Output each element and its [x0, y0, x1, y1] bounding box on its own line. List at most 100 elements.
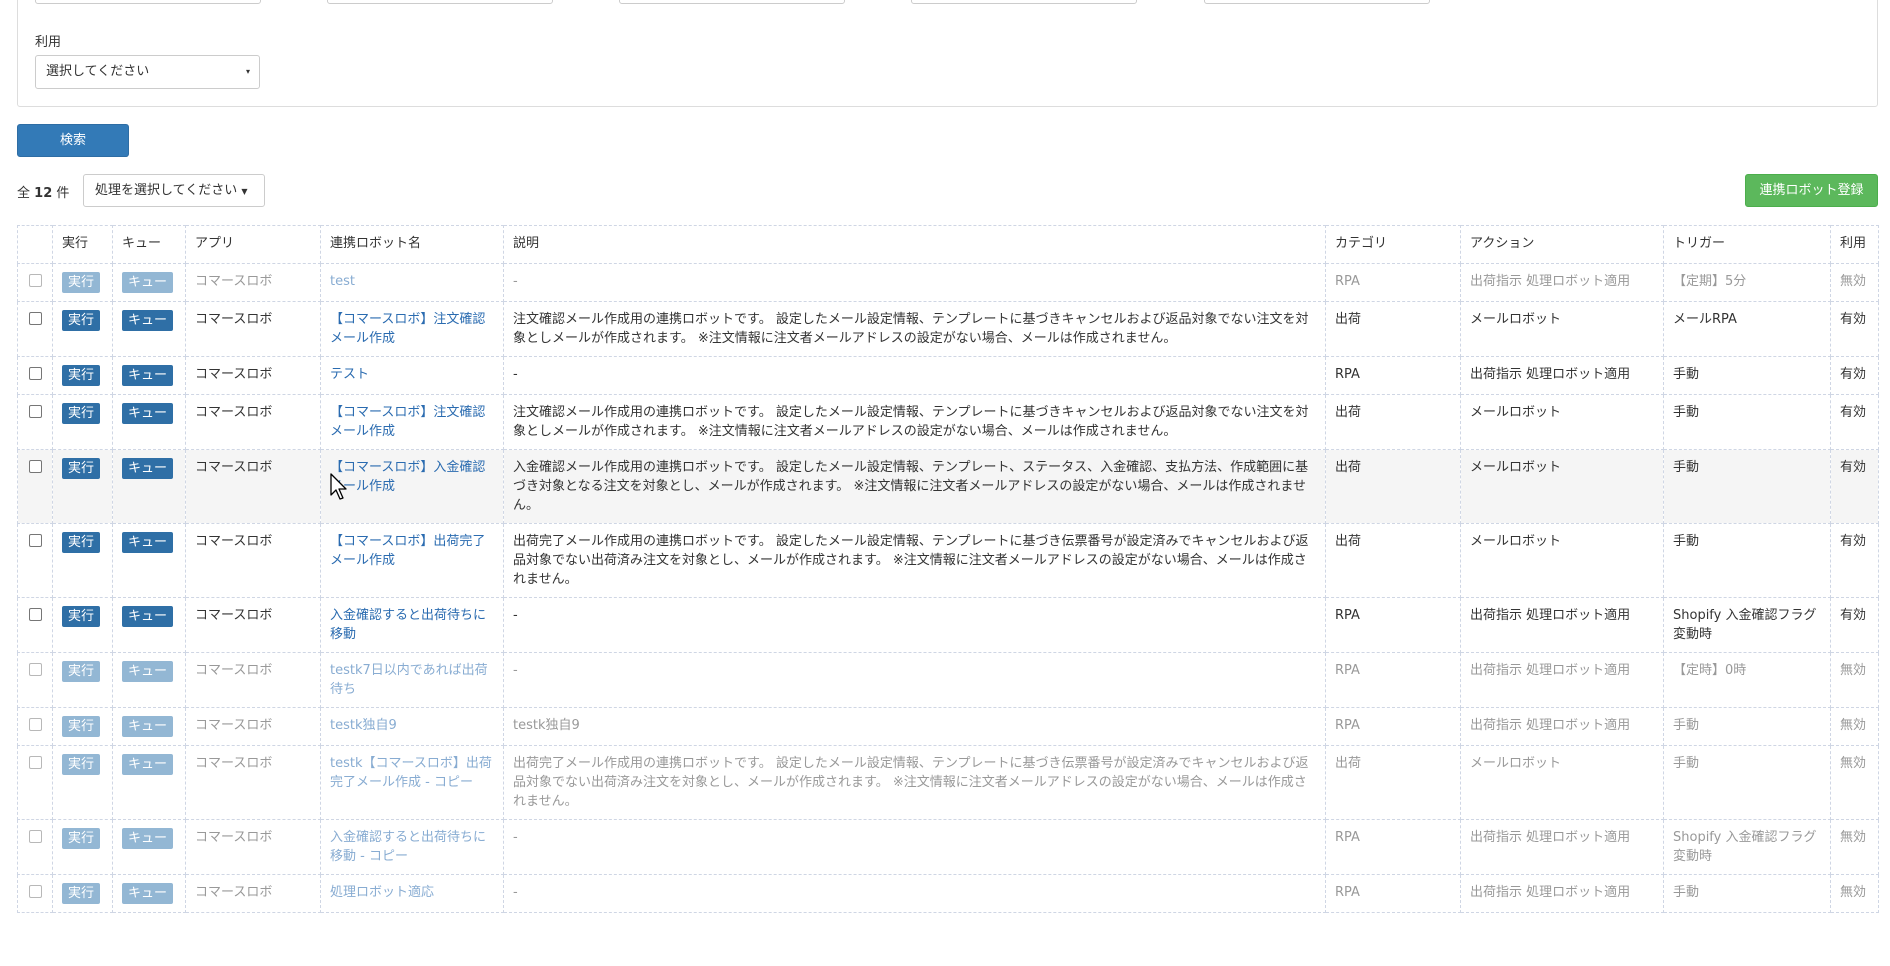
- status-cell: 無効: [1830, 819, 1879, 875]
- app-cell: コマースロボ: [185, 597, 321, 653]
- robot-name-link[interactable]: testk7日以内であれば出荷待ち: [330, 663, 488, 697]
- trigger-cell: メールRPA: [1663, 301, 1831, 357]
- usage-filter-select[interactable]: 選択してください ▾: [35, 55, 260, 89]
- robot-name-link[interactable]: 処理ロボット適応: [330, 885, 434, 900]
- robot-name-link[interactable]: test: [330, 274, 355, 289]
- run-button[interactable]: 実行: [62, 661, 101, 682]
- action-cell: メールロボット: [1460, 449, 1664, 524]
- run-button[interactable]: 実行: [62, 272, 101, 293]
- category-cell: 出荷: [1325, 449, 1461, 524]
- table-row[interactable]: 実行 キュー コマースロボ 【コマースロボ】注文確認メール作成 注文確認メール作成用の連…: [17, 394, 1879, 450]
- app-cell: コマースロボ: [185, 523, 321, 598]
- queue-button[interactable]: キュー: [122, 365, 174, 386]
- queue-button[interactable]: キュー: [122, 828, 174, 849]
- robot-name-link[interactable]: 【コマースロボ】注文確認メール作成: [330, 405, 485, 439]
- row-checkbox[interactable]: [28, 405, 42, 418]
- robot-name-link[interactable]: テスト: [330, 367, 369, 382]
- row-checkbox[interactable]: [28, 756, 42, 769]
- queue-button[interactable]: キュー: [122, 310, 174, 331]
- row-checkbox[interactable]: [28, 367, 42, 380]
- action-cell: 出荷指示 処理ロボット適用: [1460, 652, 1664, 708]
- robot-name-link[interactable]: testk【コマースロボ】出荷完了メール作成 - コピー: [330, 756, 492, 790]
- queue-button[interactable]: キュー: [122, 716, 174, 737]
- table-row[interactable]: 実行 キュー コマースロボ 【コマースロボ】注文確認メール作成 注文確認メール作成用の連…: [17, 301, 1879, 357]
- filter-select-stub[interactable]: [35, 0, 261, 4]
- row-checkbox[interactable]: [28, 274, 42, 287]
- filter-select-stub[interactable]: [911, 0, 1137, 4]
- run-cell: 実行: [52, 707, 113, 746]
- queue-button[interactable]: キュー: [122, 883, 174, 904]
- robot-name-link[interactable]: 入金確認すると出荷待ちに移動 - コピー: [330, 830, 486, 864]
- description-cell: -: [503, 597, 1326, 653]
- run-button[interactable]: 実行: [62, 310, 101, 331]
- register-robot-button[interactable]: 連携ロボット登録: [1745, 174, 1878, 207]
- table-row[interactable]: 実行 キュー コマースロボ test - RPA 出荷指示 処理ロボット適用 【定期】5分 無効: [17, 263, 1879, 302]
- filter-select-stub[interactable]: [327, 0, 553, 4]
- table-row[interactable]: 実行 キュー コマースロボ テスト - RPA 出荷指示 処理ロボット適用 手動 有効: [17, 356, 1879, 395]
- run-button[interactable]: 実行: [62, 532, 101, 553]
- row-checkbox[interactable]: [28, 718, 42, 731]
- table-row[interactable]: 実行 キュー コマースロボ testk【コマースロボ】出荷完了メール作成 - コピー出…: [17, 745, 1879, 820]
- table-row[interactable]: 実行 キュー コマースロボ 入金確認すると出荷待ちに移動 - RPA 出荷指示 処理ロボット…: [17, 597, 1879, 653]
- app-cell: コマースロボ: [185, 745, 321, 820]
- queue-button[interactable]: キュー: [122, 661, 174, 682]
- filter-select-stub[interactable]: [1204, 0, 1430, 4]
- row-checkbox[interactable]: [28, 608, 42, 621]
- queue-cell: キュー: [112, 356, 186, 395]
- status-cell: 無効: [1830, 707, 1879, 746]
- run-button[interactable]: 実行: [62, 828, 101, 849]
- row-checkbox[interactable]: [28, 830, 42, 843]
- status-cell: 有効: [1830, 394, 1879, 450]
- run-button[interactable]: 実行: [62, 365, 101, 386]
- caret-down-icon: ▾: [245, 67, 250, 76]
- run-cell: 実行: [52, 874, 113, 913]
- description-cell: 注文確認メール作成用の連携ロボットです。 設定したメール設定情報、テンプレートに…: [503, 394, 1326, 450]
- queue-cell: キュー: [112, 301, 186, 357]
- app-cell: コマースロボ: [185, 356, 321, 395]
- run-cell: 実行: [52, 263, 113, 302]
- queue-cell: キュー: [112, 394, 186, 450]
- table-row[interactable]: 実行 キュー コマースロボ testk独自9 testk独自9 RPA 出荷指示 処理ロボッ…: [17, 707, 1879, 746]
- robot-name-link[interactable]: 【コマースロボ】出荷完了メール作成: [330, 534, 485, 568]
- header-action: アクション: [1460, 225, 1664, 264]
- filter-select-stub[interactable]: [619, 0, 845, 4]
- search-button[interactable]: 検索: [17, 124, 129, 157]
- row-checkbox[interactable]: [28, 534, 42, 547]
- queue-button[interactable]: キュー: [122, 606, 174, 627]
- action-cell: 出荷指示 処理ロボット適用: [1460, 707, 1664, 746]
- table-row[interactable]: 実行 キュー コマースロボ testk7日以内であれば出荷待ち - RPA 出荷指示 処理ロ…: [17, 652, 1879, 708]
- queue-button[interactable]: キュー: [122, 272, 174, 293]
- row-checkbox[interactable]: [28, 663, 42, 676]
- queue-button[interactable]: キュー: [122, 754, 174, 775]
- table-row[interactable]: 実行 キュー コマースロボ 処理ロボット適応 - RPA 出荷指示 処理ロボット適用 手動 無効: [17, 874, 1879, 913]
- app-cell: コマースロボ: [185, 449, 321, 524]
- table-row[interactable]: 実行 キュー コマースロボ 【コマースロボ】出荷完了メール作成 出荷完了メール作成用の連…: [17, 523, 1879, 598]
- run-button[interactable]: 実行: [62, 754, 101, 775]
- trigger-cell: 【定時】0時: [1663, 652, 1831, 708]
- row-checkbox[interactable]: [28, 460, 42, 473]
- robot-name-link[interactable]: 入金確認すると出荷待ちに移動: [330, 608, 486, 642]
- trigger-cell: Shopify 入金確認フラグ変動時: [1663, 597, 1831, 653]
- queue-button[interactable]: キュー: [122, 458, 174, 479]
- row-checkbox[interactable]: [28, 885, 42, 898]
- table-row[interactable]: 実行 キュー コマースロボ 入金確認すると出荷待ちに移動 - コピー - RPA 出荷指示 …: [17, 819, 1879, 875]
- robot-name-link[interactable]: testk独自9: [330, 718, 397, 733]
- row-select-cell: [17, 707, 53, 746]
- robot-name-link[interactable]: 【コマースロボ】入金確認メール作成: [330, 460, 485, 494]
- action-cell: 出荷指示 処理ロボット適用: [1460, 874, 1664, 913]
- status-cell: 有効: [1830, 301, 1879, 357]
- run-button[interactable]: 実行: [62, 458, 101, 479]
- queue-button[interactable]: キュー: [122, 532, 174, 553]
- run-button[interactable]: 実行: [62, 716, 101, 737]
- robot-name-link[interactable]: 【コマースロボ】注文確認メール作成: [330, 312, 485, 346]
- run-button[interactable]: 実行: [62, 403, 101, 424]
- process-dropdown[interactable]: 処理を選択してください ▼: [83, 174, 265, 207]
- run-button[interactable]: 実行: [62, 883, 101, 904]
- row-select-cell: [17, 652, 53, 708]
- run-cell: 実行: [52, 394, 113, 450]
- row-checkbox[interactable]: [28, 312, 42, 325]
- caret-down-icon: ▼: [241, 187, 248, 196]
- run-button[interactable]: 実行: [62, 606, 101, 627]
- queue-button[interactable]: キュー: [122, 403, 174, 424]
- table-row[interactable]: 実行 キュー コマースロボ 【コマースロボ】入金確認メール作成 入金確認メール作成用の連…: [17, 449, 1879, 524]
